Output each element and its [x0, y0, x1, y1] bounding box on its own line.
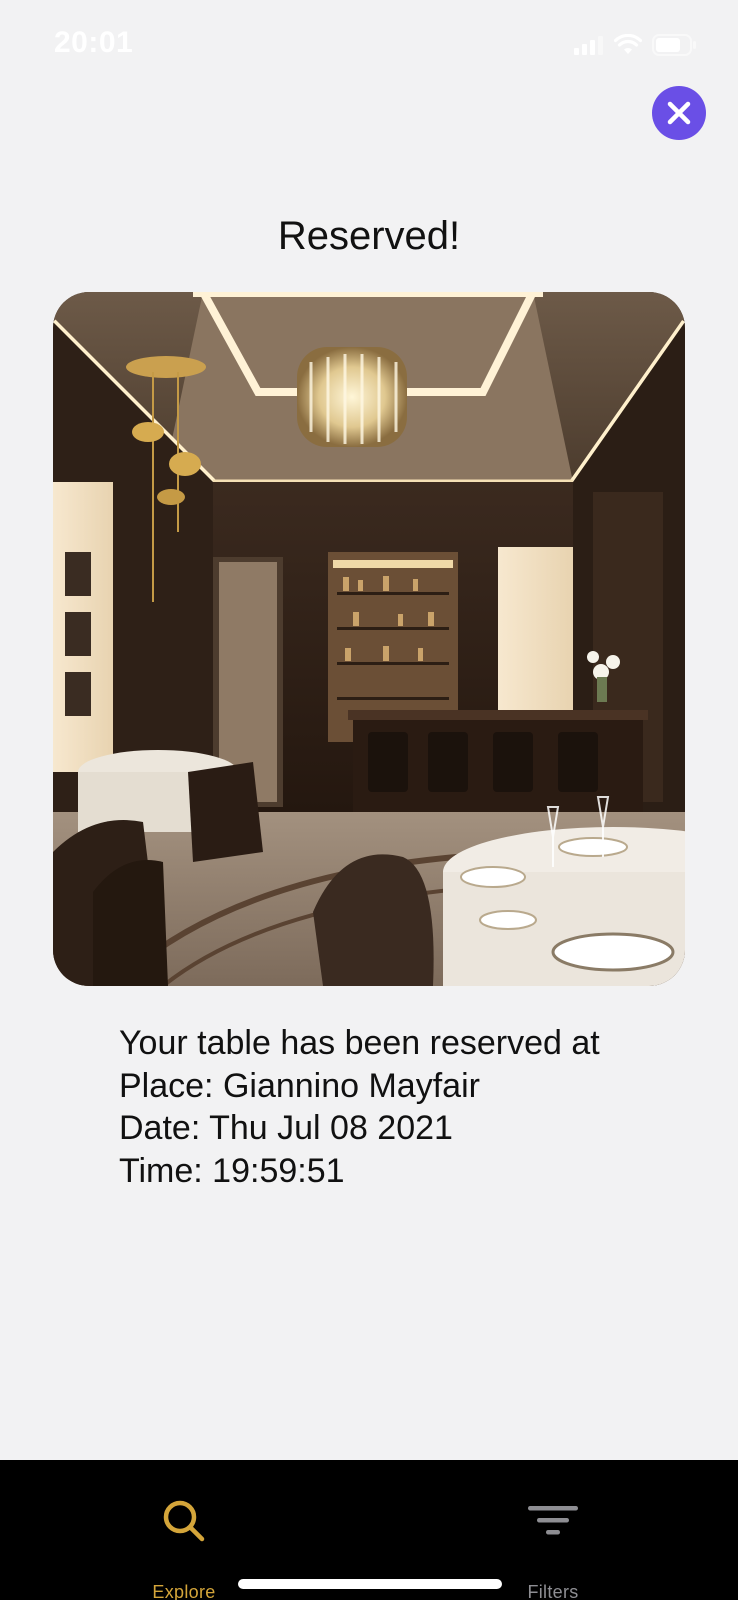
cellular-signal-icon [574, 36, 603, 55]
restaurant-photo [53, 292, 685, 986]
status-bar: 20:01 [0, 0, 738, 90]
tab-filters-label: Filters [527, 1582, 579, 1600]
page-title: Reserved! [277, 214, 461, 258]
message-line-date: Date: Thu Jul 08 2021 [119, 1109, 453, 1147]
search-icon [163, 1500, 205, 1542]
message-line-intro: Your table has been reserved at [119, 1024, 600, 1062]
status-time: 20:01 [54, 26, 134, 59]
tab-explore-label: Explore [152, 1582, 216, 1600]
filter-icon [528, 1506, 578, 1535]
wifi-icon [614, 34, 642, 54]
close-icon [667, 101, 691, 125]
home-indicator[interactable] [238, 1579, 502, 1589]
message-line-place: Place: Giannino Mayfair [119, 1066, 480, 1105]
battery-icon [652, 34, 696, 56]
message-line-time: Time: 19:59:51 [119, 1151, 345, 1190]
close-button[interactable] [652, 86, 706, 140]
reservation-message: Your table has been reserved at Place: G… [119, 1022, 600, 1192]
status-icons [574, 34, 698, 56]
